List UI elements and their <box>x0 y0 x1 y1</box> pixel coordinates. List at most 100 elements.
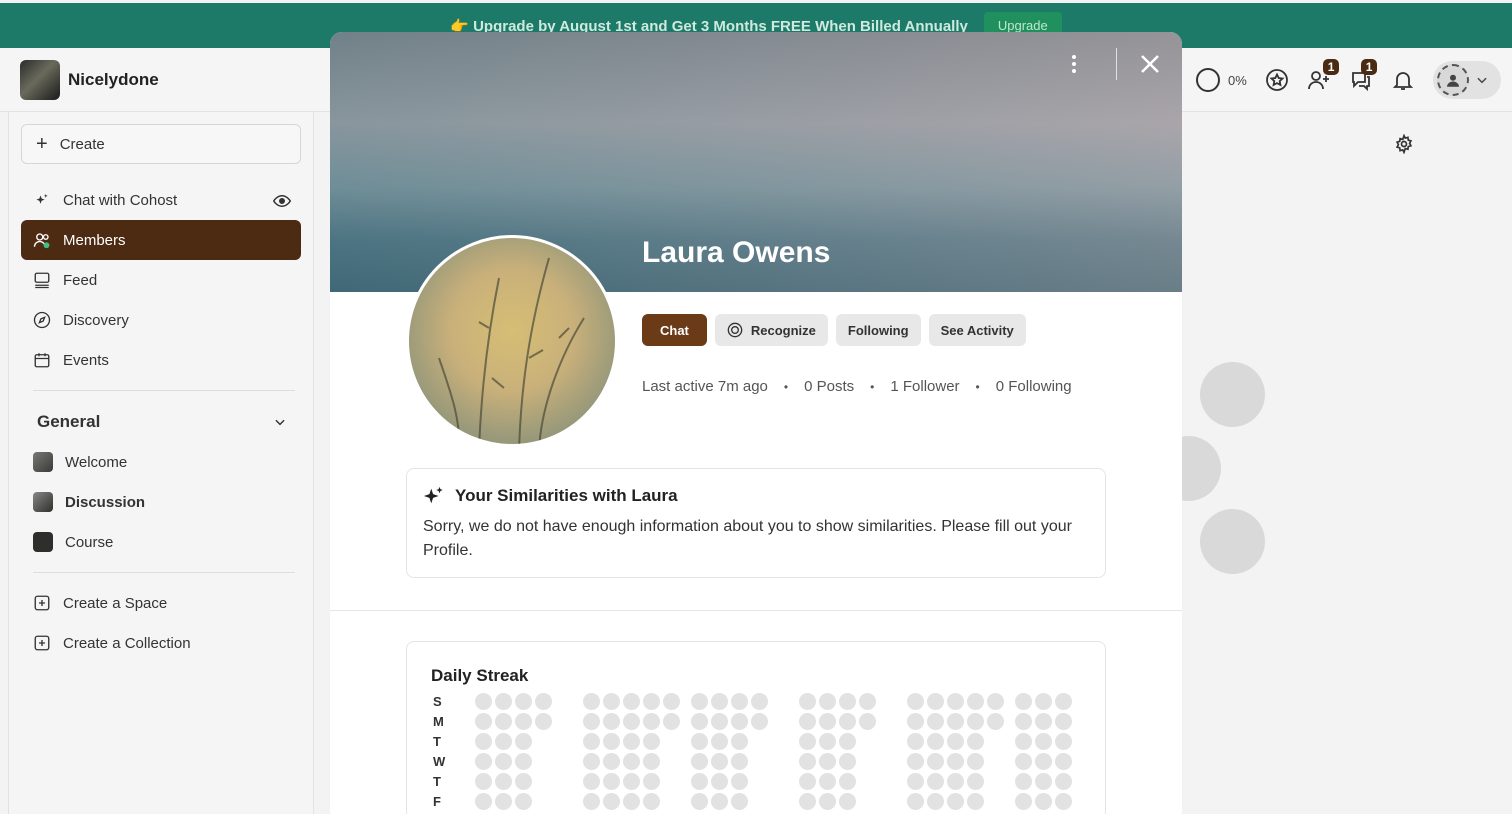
space-item-discussion[interactable]: Discussion <box>21 482 301 522</box>
section-title: General <box>37 412 101 431</box>
add-user-icon[interactable]: 1 <box>1307 59 1340 92</box>
star-icon[interactable] <box>1265 68 1289 92</box>
streak-day-cell <box>691 793 708 810</box>
space-item-welcome[interactable]: Welcome <box>21 442 301 482</box>
chat-button[interactable]: Chat <box>642 314 707 346</box>
streak-day-cell <box>691 753 708 770</box>
close-icon[interactable] <box>1138 52 1162 76</box>
plus-square-icon <box>34 595 50 611</box>
compass-icon <box>33 311 51 329</box>
streak-day-cell <box>1015 753 1032 770</box>
space-item-course[interactable]: Course <box>21 522 301 562</box>
community-name[interactable]: Nicelydone <box>68 70 159 90</box>
recognize-button[interactable]: Recognize <box>714 314 828 346</box>
sidebar-item-chat-with-cohost[interactable]: Chat with Cohost <box>21 180 301 220</box>
streak-day-cell <box>583 713 600 730</box>
streak-day-cell <box>799 713 816 730</box>
streak-day-cell <box>907 733 924 750</box>
sidebar-item-feed[interactable]: Feed <box>21 260 301 300</box>
streak-day-cell <box>731 713 748 730</box>
streak-day-cell <box>751 713 768 730</box>
daily-streak-card: Daily Streak SMTWTF <box>406 641 1106 814</box>
streak-day-cell <box>603 733 620 750</box>
streak-day-cell <box>515 793 532 810</box>
sidebar-divider <box>33 572 295 573</box>
user-menu[interactable] <box>1432 61 1501 99</box>
streak-day-cell <box>495 733 512 750</box>
streak-day-cell <box>751 693 768 710</box>
sidebar-item-events[interactable]: Events <box>21 340 301 380</box>
header-separator <box>1116 48 1117 80</box>
streak-day-cell <box>691 773 708 790</box>
chat-bubble-icon[interactable]: 1 <box>1349 59 1378 92</box>
streak-day-cell <box>967 753 984 770</box>
posts-count[interactable]: 0 Posts <box>804 378 854 395</box>
following-count[interactable]: 0 Following <box>996 378 1072 395</box>
streak-day-cell <box>819 773 836 790</box>
invites-badge: 1 <box>1322 59 1340 75</box>
similarities-header: Your Similarities with Laura <box>423 485 1089 507</box>
following-button[interactable]: Following <box>835 314 921 346</box>
streak-day-cell <box>623 693 640 710</box>
streak-day-cell <box>947 793 964 810</box>
create-collection-button[interactable]: Create a Collection <box>21 623 301 663</box>
streak-day-cell <box>495 713 512 730</box>
streak-day-label: F <box>433 794 441 809</box>
streak-day-cell <box>475 713 492 730</box>
streak-day-cell <box>731 693 748 710</box>
streak-day-cell <box>515 733 532 750</box>
streak-day-cell <box>947 713 964 730</box>
streak-day-cell <box>1055 733 1072 750</box>
profile-stats: Last active 7m ago • 0 Posts • 1 Followe… <box>642 378 1072 395</box>
space-thumbnail <box>33 492 53 512</box>
streak-day-cell <box>1035 713 1052 730</box>
streak-day-cell <box>947 733 964 750</box>
streak-day-cell <box>583 793 600 810</box>
eye-icon[interactable] <box>273 192 291 210</box>
streak-day-cell <box>535 693 552 710</box>
streak-day-cell <box>947 753 964 770</box>
streak-day-cell <box>907 753 924 770</box>
streak-day-cell <box>1035 693 1052 710</box>
streak-day-cell <box>927 753 944 770</box>
streak-day-label: S <box>433 694 442 709</box>
progress-ring-icon[interactable] <box>1196 68 1220 92</box>
separator-dot: • <box>783 379 789 394</box>
followers-count[interactable]: 1 Follower <box>890 378 959 395</box>
see-activity-button[interactable]: See Activity <box>928 314 1026 346</box>
community-logo[interactable] <box>20 60 60 100</box>
streak-day-cell <box>623 773 640 790</box>
streak-day-cell <box>663 713 680 730</box>
streak-day-cell <box>839 773 856 790</box>
streak-day-cell <box>907 693 924 710</box>
sparkle-icon <box>423 486 443 504</box>
sidebar-item-discovery[interactable]: Discovery <box>21 300 301 340</box>
streak-day-cell <box>731 733 748 750</box>
section-general[interactable]: General <box>37 412 287 432</box>
create-button[interactable]: + Create <box>21 124 301 164</box>
streak-day-cell <box>819 713 836 730</box>
profile-actions: Chat Recognize Following See Activity <box>642 314 1026 346</box>
streak-day-cell <box>1055 773 1072 790</box>
create-space-button[interactable]: Create a Space <box>21 583 301 623</box>
more-options-icon[interactable] <box>1070 54 1078 74</box>
streak-day-cell <box>1055 713 1072 730</box>
plus-square-icon <box>34 635 50 651</box>
space-label: Welcome <box>65 453 128 471</box>
streak-day-cell <box>603 793 620 810</box>
streak-day-label: T <box>433 774 441 789</box>
similarities-card: Your Similarities with Laura Sorry, we d… <box>406 468 1106 578</box>
streak-day-cell <box>603 693 620 710</box>
streak-day-cell <box>711 693 728 710</box>
sidebar-item-members[interactable]: Members <box>21 220 301 260</box>
streak-day-cell <box>515 773 532 790</box>
modal-divider <box>330 610 1182 611</box>
sparkle-icon <box>36 194 48 204</box>
streak-day-cell <box>643 793 660 810</box>
placeholder-avatar <box>1200 509 1265 574</box>
gear-icon[interactable] <box>1394 134 1414 154</box>
avatar <box>1436 64 1469 96</box>
bell-icon[interactable] <box>1391 68 1415 92</box>
streak-day-cell <box>819 793 836 810</box>
streak-day-cell <box>927 713 944 730</box>
